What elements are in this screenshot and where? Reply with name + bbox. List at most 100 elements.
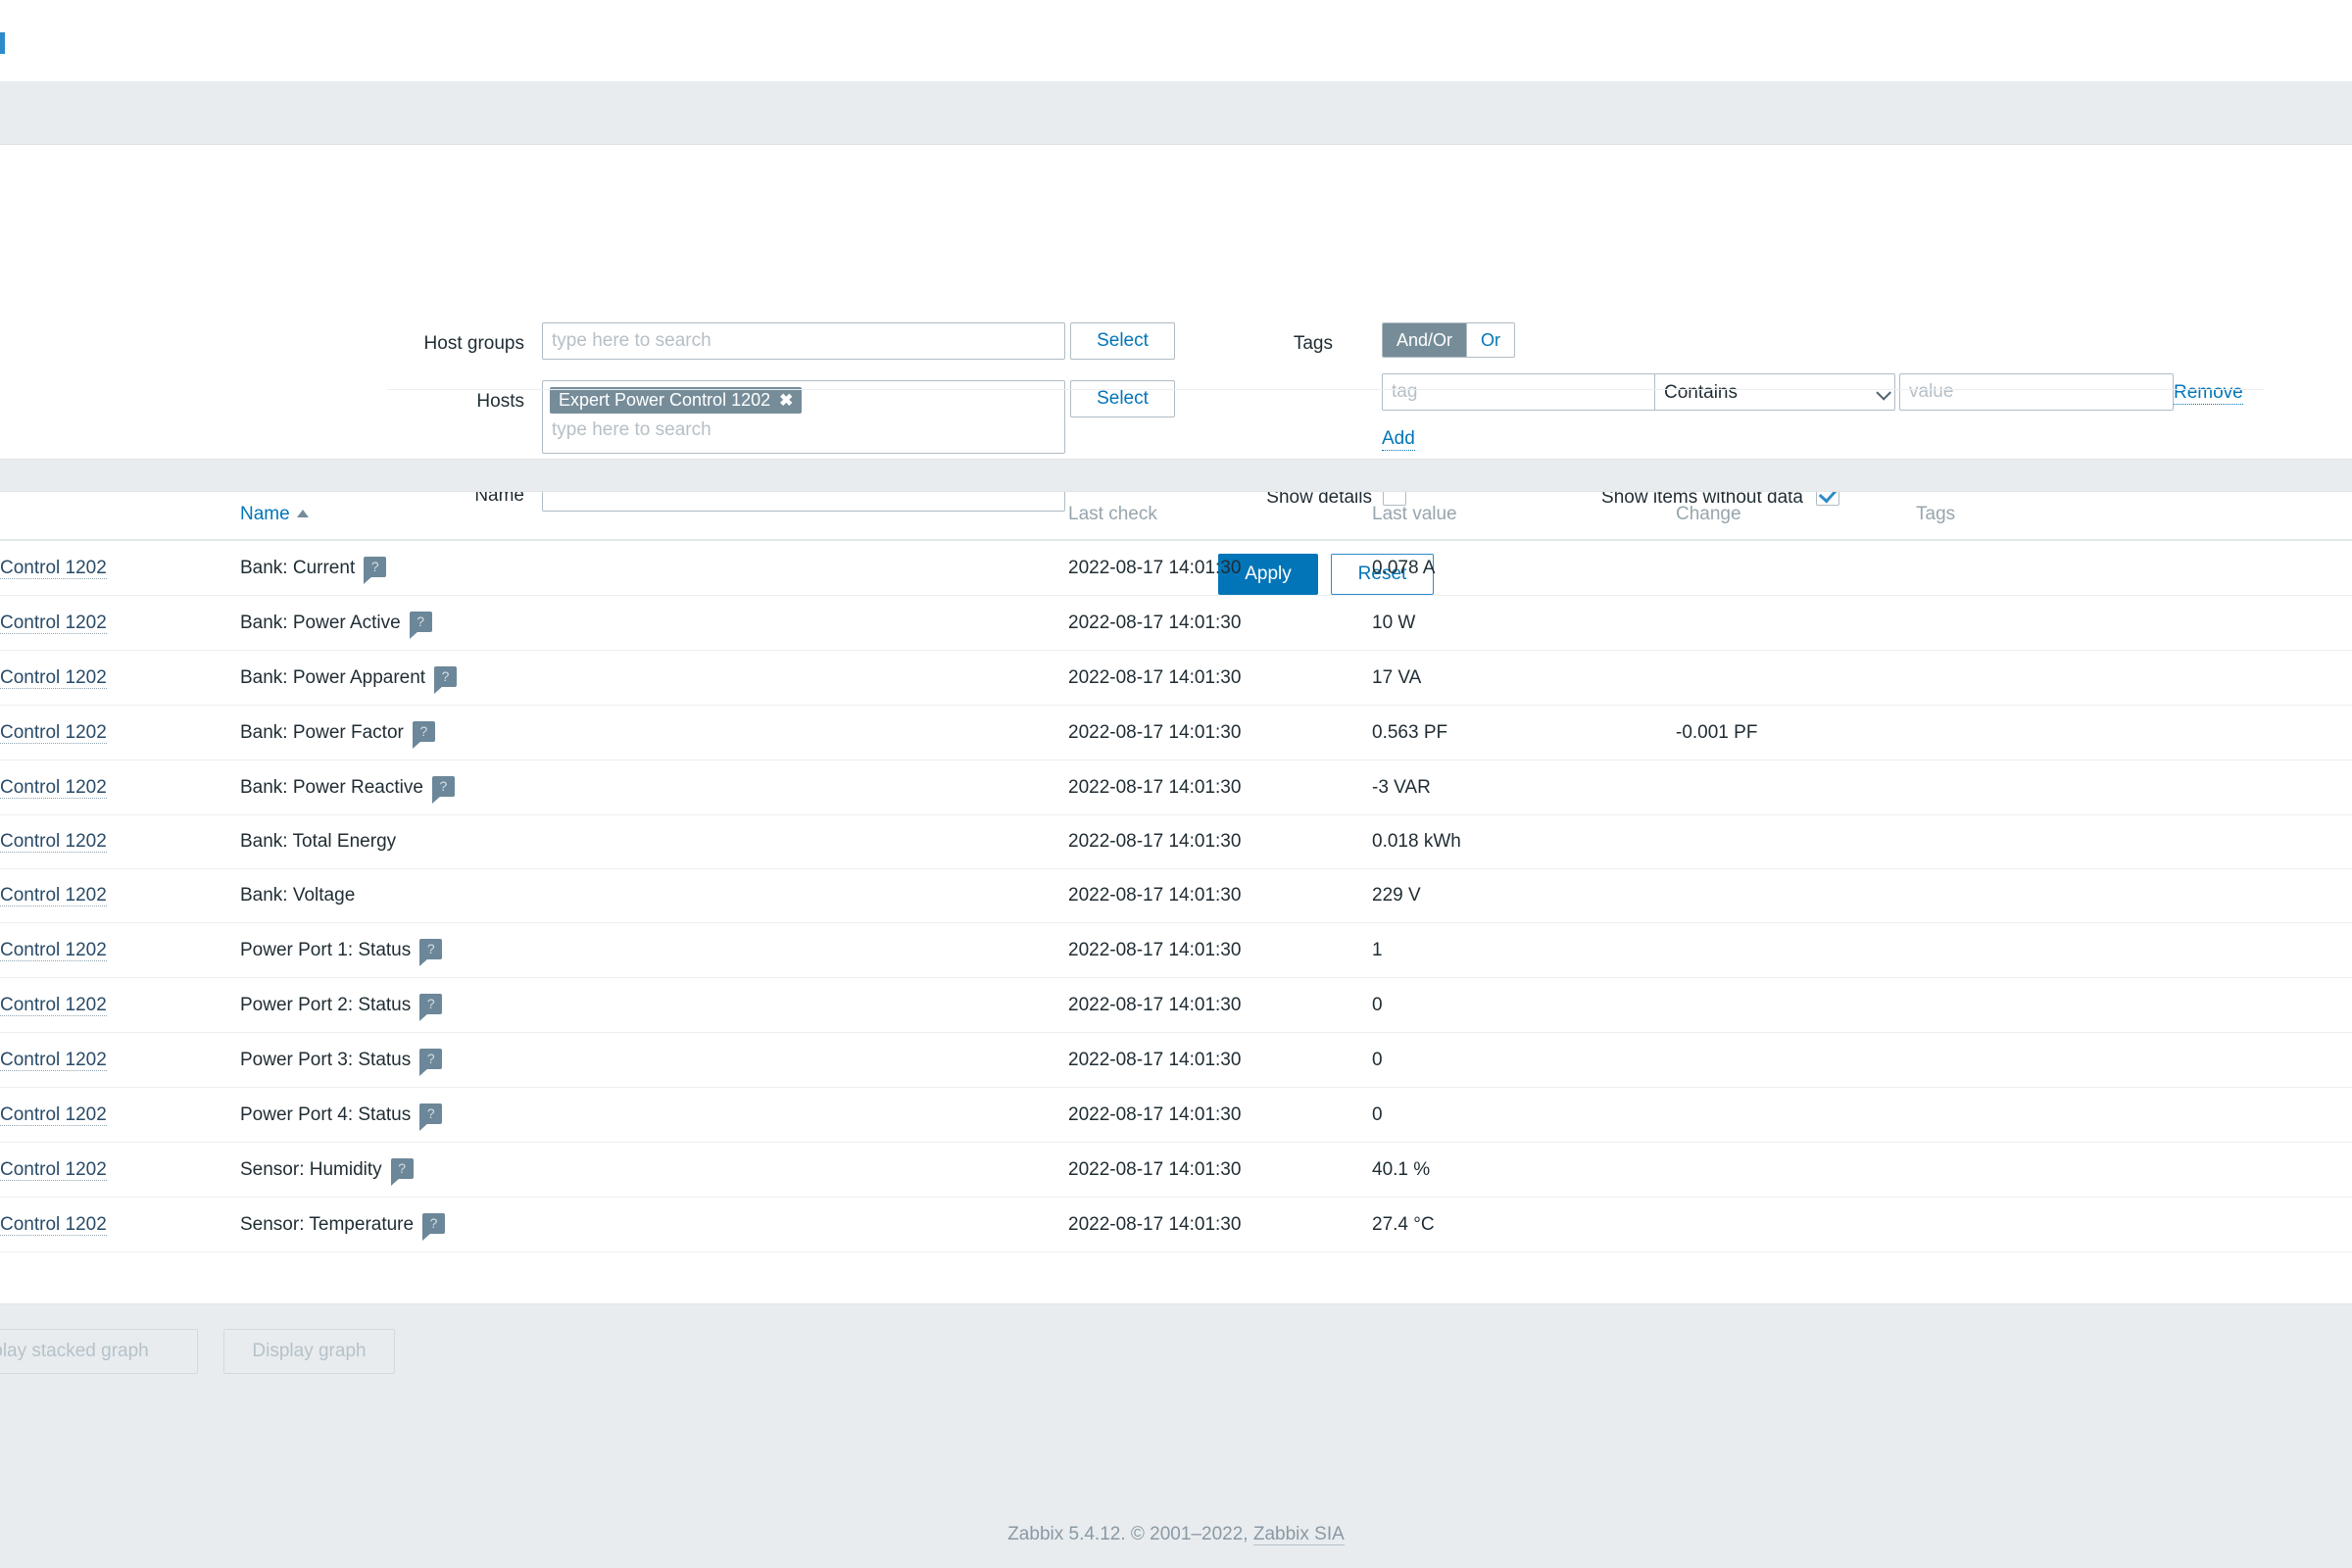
tag-eval-radio-group[interactable]: And/Or Or [1382, 322, 1516, 358]
column-header-last-value[interactable]: Last value [1372, 492, 1676, 541]
host-link[interactable]: Control 1202 [0, 1049, 107, 1071]
question-hint-icon[interactable] [390, 1158, 414, 1186]
cell-change [1676, 1197, 1916, 1252]
host-link[interactable]: Control 1202 [0, 1103, 107, 1126]
display-stacked-graph-button[interactable]: play stacked graph [0, 1329, 198, 1374]
host-link[interactable]: Control 1202 [0, 776, 107, 799]
cell-change [1676, 922, 1916, 978]
question-hint-icon[interactable] [409, 612, 432, 639]
cell-tags [1916, 814, 2352, 869]
host-link[interactable]: Control 1202 [0, 612, 107, 634]
host-link[interactable]: Control 1202 [0, 666, 107, 689]
filter-header-band [0, 81, 2352, 145]
cell-item-name: Bank: Total Energy [240, 814, 1068, 869]
question-hint-icon[interactable] [434, 666, 458, 694]
table-header-row: Name Last check Last value Change Tags [0, 492, 2352, 541]
cell-last-value: 0.018 kWh [1372, 814, 1676, 869]
question-hint-icon[interactable] [364, 557, 387, 584]
cell-tags [1916, 1142, 2352, 1198]
cell-last-check: 2022-08-17 14:01:30 [1068, 1197, 1372, 1252]
item-name-label: Bank: Power Active [240, 612, 401, 633]
cell-host: Control 1202 [0, 760, 240, 815]
question-hint-icon[interactable] [431, 776, 455, 804]
cell-item-name: Bank: Power Active [240, 595, 1068, 651]
table-row: Control 1202 Sensor: Temperature 2022-08-1… [0, 1197, 2352, 1252]
host-link[interactable]: Control 1202 [0, 939, 107, 961]
host-link[interactable]: Control 1202 [0, 1158, 107, 1181]
table-row: Control 1202 Bank: Power Reactive 2022-08-… [0, 760, 2352, 815]
hosts-select-button[interactable]: Select [1070, 380, 1175, 417]
question-hint-icon[interactable] [422, 1213, 446, 1241]
cell-tags [1916, 1197, 2352, 1252]
item-name-label: Power Port 4: Status [240, 1104, 412, 1125]
column-header-name-label: Name [240, 504, 290, 524]
table-body: Control 1202 Bank: Current 2022-08-17 14:0… [0, 540, 2352, 1252]
host-link[interactable]: Control 1202 [0, 994, 107, 1016]
footer-copyright-text: Zabbix 5.4.12. © 2001–2022, [1007, 1524, 1253, 1544]
cell-last-value: 0.078 A [1372, 540, 1676, 596]
cell-last-value: 27.4 °C [1372, 1197, 1676, 1252]
host-chip-remove-icon[interactable]: ✖ [779, 392, 793, 409]
cell-host: Control 1202 [0, 705, 240, 760]
cell-change [1676, 1142, 1916, 1198]
column-header-name[interactable]: Name [240, 492, 1068, 541]
question-hint-icon[interactable] [412, 721, 435, 749]
tag-eval-or-option[interactable]: Or [1466, 323, 1515, 357]
host-link[interactable]: Control 1202 [0, 831, 107, 853]
cell-last-value: 0.563 PF [1372, 705, 1676, 760]
hosts-multiselect[interactable]: Expert Power Control 1202 ✖ type here to… [542, 380, 1065, 454]
question-hint-icon[interactable] [419, 1049, 443, 1076]
cell-last-value: -3 VAR [1372, 760, 1676, 815]
host-link[interactable]: Control 1202 [0, 1213, 107, 1236]
cell-tags [1916, 540, 2352, 596]
display-graph-button[interactable]: Display graph [223, 1329, 395, 1374]
tag-name-input[interactable] [1382, 373, 1656, 411]
tag-operator-select-wrap[interactable]: Contains [1654, 373, 1895, 411]
latest-data-table-wrap: Name Last check Last value Change Tags C… [0, 492, 2352, 1252]
tag-remove-link[interactable]: Remove [2174, 382, 2243, 405]
host-link[interactable]: Control 1202 [0, 557, 107, 579]
column-header-change: Change [1676, 492, 1916, 541]
host-groups-select-button[interactable]: Select [1070, 322, 1175, 360]
filter-bottom-divider [387, 389, 2264, 390]
hosts-select-label: Select [1097, 388, 1149, 409]
cell-last-value: 40.1 % [1372, 1142, 1676, 1198]
host-link[interactable]: Control 1202 [0, 885, 107, 906]
cell-item-name: Power Port 1: Status [240, 922, 1068, 978]
cell-last-check: 2022-08-17 14:01:30 [1068, 1032, 1372, 1088]
cell-host: Control 1202 [0, 540, 240, 596]
question-hint-icon[interactable] [419, 1103, 443, 1131]
table-row: Control 1202 Power Port 4: Status 2022-08-… [0, 1087, 2352, 1143]
cell-last-value: 229 V [1372, 868, 1676, 923]
host-chip[interactable]: Expert Power Control 1202 ✖ [550, 387, 803, 414]
host-link[interactable]: Control 1202 [0, 721, 107, 744]
question-hint-icon[interactable] [419, 994, 443, 1021]
host-groups-input[interactable] [542, 322, 1065, 360]
tag-value-input[interactable] [1899, 373, 2174, 411]
item-name-label: Bank: Voltage [240, 885, 356, 906]
cell-item-name: Power Port 2: Status [240, 977, 1068, 1033]
tag-eval-andor-option[interactable]: And/Or [1383, 323, 1467, 357]
tag-operator-select[interactable]: Contains [1654, 373, 1895, 411]
cell-change [1676, 650, 1916, 706]
cell-change [1676, 1087, 1916, 1143]
action-bar: play stacked graph Display graph [0, 1303, 2352, 1397]
cell-change [1676, 760, 1916, 815]
cell-last-check: 2022-08-17 14:01:30 [1068, 650, 1372, 706]
cell-host: Control 1202 [0, 814, 240, 869]
question-hint-icon[interactable] [419, 939, 443, 966]
cell-last-check: 2022-08-17 14:01:30 [1068, 595, 1372, 651]
sort-ascending-icon [296, 510, 309, 517]
zabbix-sia-link[interactable]: Zabbix SIA [1252, 1524, 1345, 1545]
item-name-label: Bank: Power Factor [240, 722, 404, 743]
cell-last-value: 17 VA [1372, 650, 1676, 706]
item-name-label: Bank: Total Energy [240, 831, 397, 852]
cell-change [1676, 977, 1916, 1033]
column-header-last-check[interactable]: Last check [1068, 492, 1372, 541]
cell-host: Control 1202 [0, 650, 240, 706]
tag-add-link[interactable]: Add [1382, 428, 1415, 451]
display-stacked-graph-label: play stacked graph [0, 1341, 149, 1361]
latest-data-table: Name Last check Last value Change Tags C… [0, 492, 2352, 1252]
table-row: Control 1202 Power Port 3: Status 2022-08-… [0, 1032, 2352, 1088]
top-strip [0, 0, 2352, 81]
